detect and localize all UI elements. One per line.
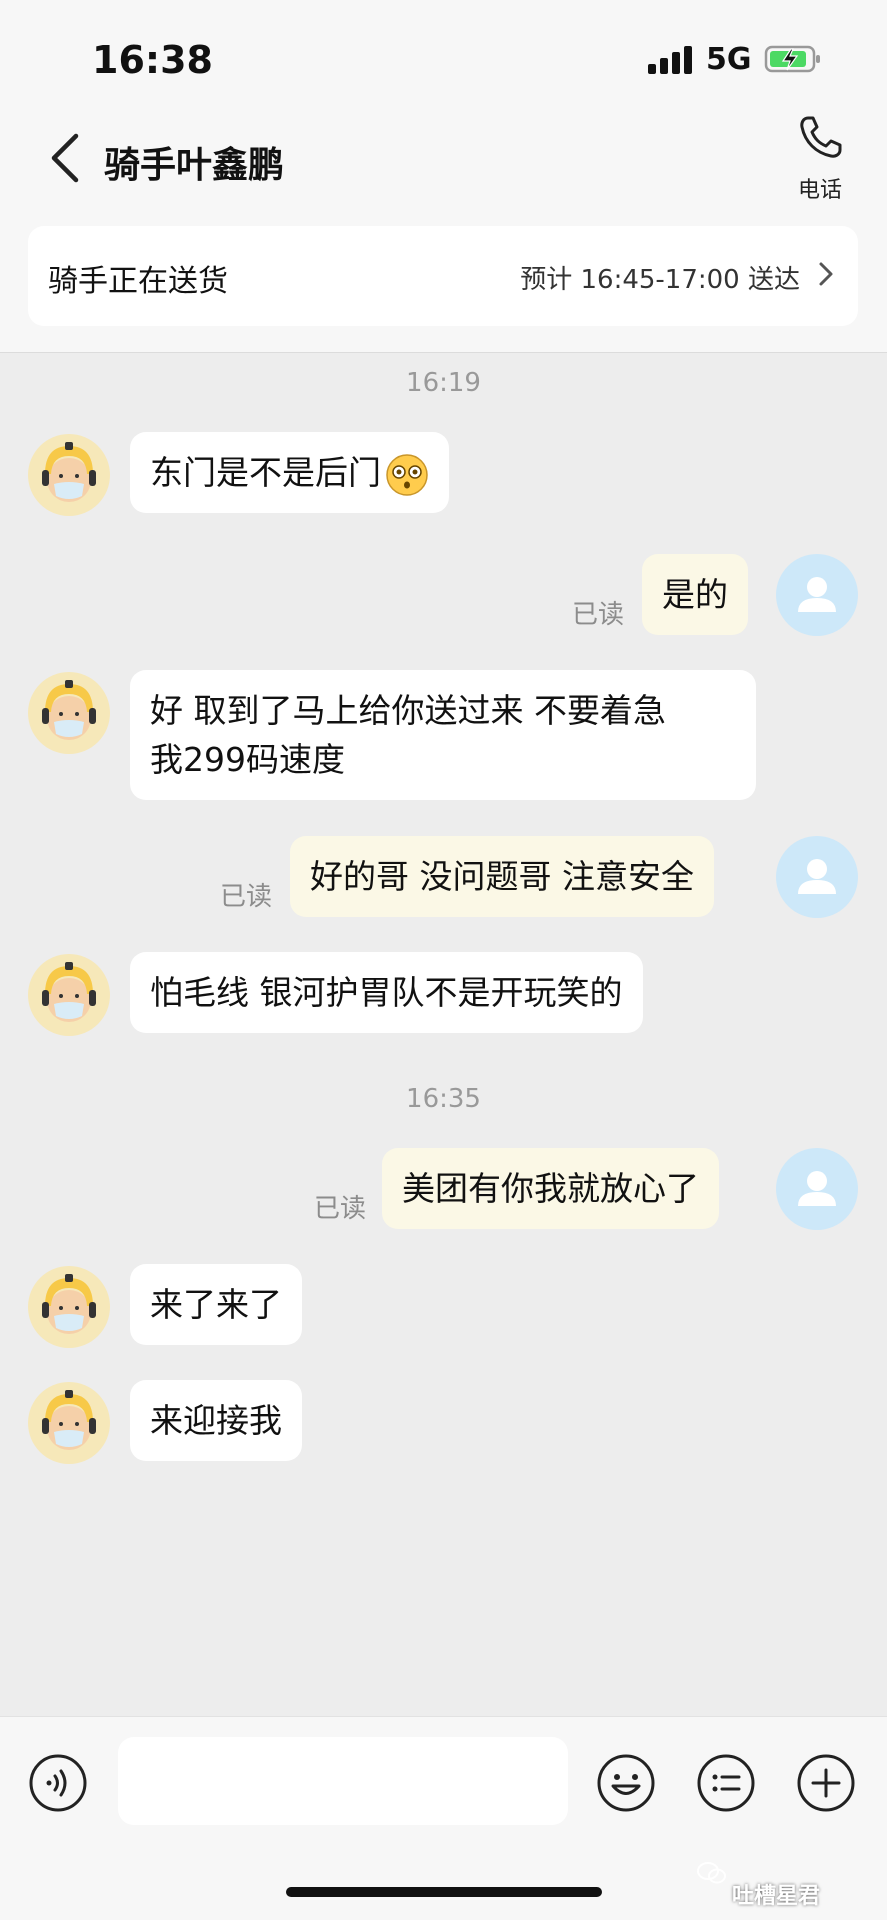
read-receipt: 已读 (572, 600, 625, 630)
message-text: 是的 (662, 575, 728, 614)
message-text: 来了来了 (150, 1285, 282, 1324)
message-bubble-rider[interactable]: 来了来了 (130, 1264, 302, 1345)
message-text-line: 好 取到了马上给你送过来 不要着急 (150, 691, 666, 730)
plus-icon[interactable] (796, 1753, 856, 1813)
top-bar: 16:38 5G 骑手叶鑫鹏 电话 骑手正在送货 预计 16:45-17:00 … (0, 0, 887, 352)
read-receipt: 已读 (314, 1194, 367, 1224)
timestamp: 16:35 (406, 1084, 481, 1114)
message-text: 来迎接我 (150, 1401, 282, 1440)
message-text-line: 我299码速度 (150, 740, 345, 779)
message-text: 怕毛线 银河护胃队不是开玩笑的 (150, 973, 623, 1012)
signal-icon (648, 44, 694, 74)
message-bubble-me[interactable]: 是的 (642, 554, 748, 635)
message-bubble-rider[interactable]: 来迎接我 (130, 1380, 302, 1461)
phone-button[interactable]: 电话 (790, 112, 850, 203)
message-bubble-me[interactable]: 好的哥 没问题哥 注意安全 (290, 836, 714, 917)
voice-icon[interactable] (28, 1753, 88, 1813)
message-bubble-rider[interactable]: 好 取到了马上给你送过来 不要着急 我299码速度 (130, 670, 756, 800)
message-bubble-rider[interactable]: 怕毛线 银河护胃队不是开玩笑的 (130, 952, 643, 1033)
message-bubble-rider[interactable]: 东门是不是后门 (130, 432, 449, 513)
rider-avatar[interactable] (28, 954, 110, 1036)
phone-icon (800, 116, 842, 158)
rider-avatar[interactable] (28, 1266, 110, 1348)
read-receipt: 已读 (220, 882, 273, 912)
rider-avatar[interactable] (28, 1382, 110, 1464)
message-bubble-me[interactable]: 美团有你我就放心了 (382, 1148, 719, 1229)
smile-emoji-icon[interactable] (596, 1753, 656, 1813)
delivery-eta: 预计 16:45-17:00 送达 (520, 265, 800, 295)
list-icon[interactable] (696, 1753, 756, 1813)
chevron-left-icon[interactable] (46, 130, 86, 186)
timestamp: 16:19 (406, 368, 481, 398)
wechat-icon (697, 1862, 726, 1884)
my-avatar[interactable] (776, 836, 858, 918)
delivery-status: 骑手正在送货 (48, 264, 228, 299)
phone-label: 电话 (797, 178, 842, 203)
rider-avatar[interactable] (28, 434, 110, 516)
network-label: 5G (706, 42, 752, 77)
message-input[interactable] (118, 1737, 568, 1825)
home-indicator (286, 1887, 602, 1897)
delivery-status-card[interactable]: 骑手正在送货 预计 16:45-17:00 送达 (28, 226, 858, 326)
status-time: 16:38 (92, 38, 213, 82)
chevron-right-icon (819, 262, 833, 286)
message-text: 美团有你我就放心了 (402, 1169, 699, 1208)
rider-avatar[interactable] (28, 672, 110, 754)
flushed-face-emoji (386, 453, 428, 496)
watermark-text: 吐槽星君 (732, 1884, 821, 1909)
message-text: 好的哥 没问题哥 注意安全 (310, 857, 694, 896)
chat-title: 骑手叶鑫鹏 (104, 145, 285, 186)
my-avatar[interactable] (776, 554, 858, 636)
my-avatar[interactable] (776, 1148, 858, 1230)
message-text: 东门是不是后门 (150, 453, 381, 492)
divider (0, 352, 887, 353)
battery-charging-icon (764, 45, 820, 73)
